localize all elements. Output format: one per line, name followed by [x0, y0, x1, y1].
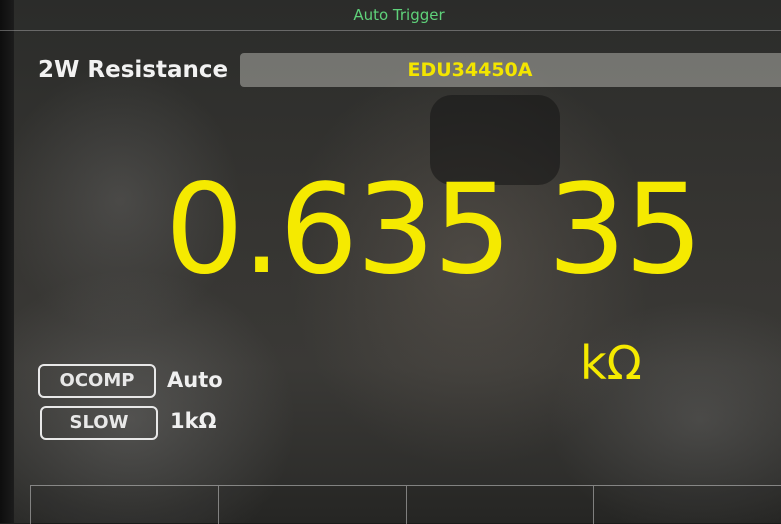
trigger-status-text: Auto Trigger: [353, 6, 445, 24]
meter-display: Auto Trigger 2W Resistance EDU34450A 0.6…: [0, 0, 781, 524]
model-title-bar: EDU34450A: [240, 53, 781, 87]
softkey-2[interactable]: [217, 486, 406, 524]
ocomp-value: Auto: [167, 368, 223, 392]
softkey-bar: [30, 485, 781, 524]
softkey-1[interactable]: [30, 486, 218, 524]
trigger-status-bar: Auto Trigger: [0, 0, 781, 31]
display-bezel-edge: [0, 0, 14, 523]
softkey-3[interactable]: [405, 486, 594, 524]
range-value: 1kΩ: [170, 409, 217, 433]
measurement-mode-label: 2W Resistance: [38, 57, 229, 83]
ocomp-badge: OCOMP: [38, 364, 156, 398]
softkey-4[interactable]: [593, 486, 781, 524]
model-name: EDU34450A: [407, 59, 533, 81]
primary-reading: 0.635 35: [165, 158, 703, 302]
reading-unit: kΩ: [580, 336, 642, 390]
slow-badge: SLOW: [40, 406, 158, 440]
